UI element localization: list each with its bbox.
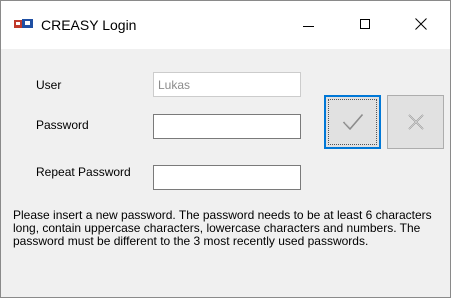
repeat-password-field[interactable] <box>153 165 301 190</box>
minimize-icon <box>303 26 314 27</box>
cross-icon <box>407 114 424 130</box>
close-button[interactable] <box>393 1 449 49</box>
app-icon <box>14 19 33 28</box>
password-requirements-text: Please insert a new password. The passwo… <box>13 208 432 248</box>
user-label: User <box>36 78 62 92</box>
user-field <box>153 72 301 97</box>
close-icon <box>415 18 427 30</box>
login-dialog: CREASY Login User Password Repeat Passwo… <box>0 0 451 298</box>
maximize-button[interactable] <box>337 1 393 49</box>
minimize-button[interactable] <box>281 1 337 49</box>
maximize-icon <box>360 19 370 29</box>
confirm-button[interactable] <box>324 95 381 149</box>
user-input <box>154 73 300 96</box>
password-label: Password <box>36 118 89 132</box>
password-field[interactable] <box>153 114 301 139</box>
window-title: CREASY Login <box>41 17 137 33</box>
checkmark-icon <box>342 113 363 130</box>
title-bar[interactable]: CREASY Login <box>1 1 450 49</box>
cancel-button[interactable] <box>387 95 444 149</box>
password-input[interactable] <box>154 115 300 138</box>
repeat-password-input[interactable] <box>154 166 300 189</box>
repeat-password-label: Repeat Password <box>36 165 131 179</box>
